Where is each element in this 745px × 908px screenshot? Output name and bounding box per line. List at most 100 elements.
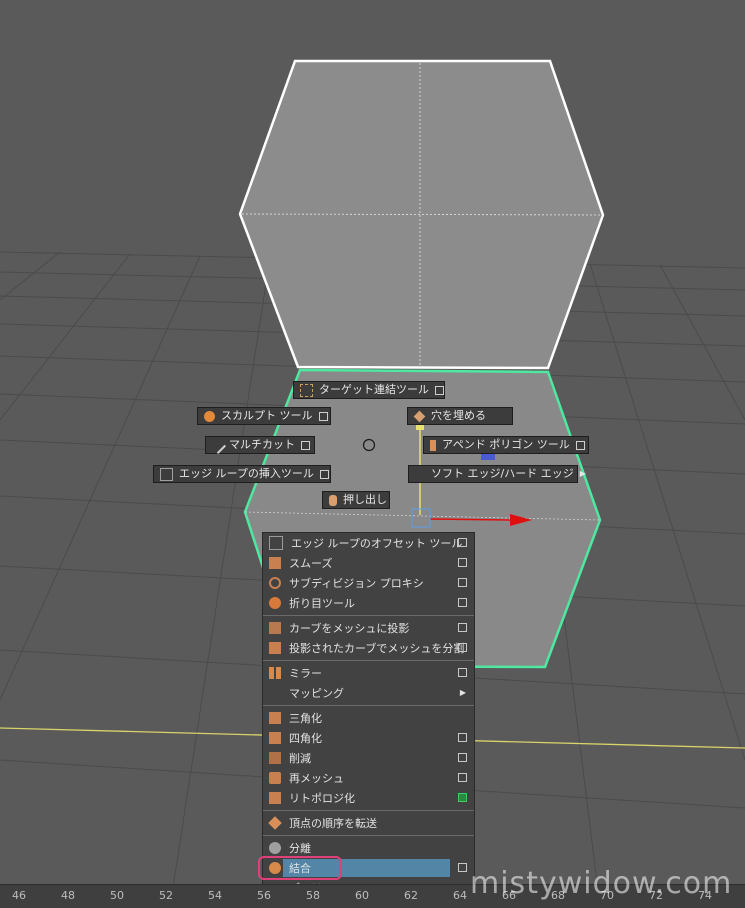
fill-hole-icon [413,410,426,422]
x-axis-handle[interactable] [429,518,511,521]
menu-item-label: リトポロジ化 [289,792,355,805]
mirror-icon [269,667,281,679]
append-polygon-icon [430,439,436,451]
submenu-arrow-icon: ▶ [579,469,586,478]
target-weld-label: ターゲット連結ツール [319,383,429,396]
menu-item-mirror[interactable]: ミラー [263,663,474,683]
ruler-tick: 50 [110,889,124,902]
ruler-tick: 54 [208,889,222,902]
option-box[interactable] [458,623,467,632]
combine-icon [269,862,281,874]
menu-item-offset-edge-loop[interactable]: エッジ ループのオフセット ツール [263,533,474,553]
edit-mesh-context-menu: エッジ ループのオフセット ツール スムーズ サブディビジョン プロキシ 折り目… [262,532,475,907]
option-box[interactable] [458,773,467,782]
sculpt-tool-item[interactable]: スカルプト ツール [197,407,331,425]
sculpt-icon [204,410,215,422]
knife-icon [209,436,226,454]
menu-item-label: 再メッシュ [289,772,344,785]
ruler-tick: 60 [355,889,369,902]
edge-loop-icon [160,467,173,481]
remesh-icon [269,772,281,784]
target-weld-icon [300,383,313,397]
menu-item-split-with-curve[interactable]: 投影されたカーブでメッシュを分割 [263,638,474,658]
reduce-icon [269,752,281,764]
ruler-tick: 62 [404,889,418,902]
option-box[interactable] [458,578,467,587]
append-polygon-tool-item[interactable]: アペンド ポリゴン ツール [423,436,589,454]
sculpt-label: スカルプト ツール [221,409,313,422]
menu-item-label: マッピング [289,687,344,700]
option-box[interactable] [319,469,329,479]
menu-item-smooth[interactable]: スムーズ [263,553,474,573]
menu-item-separate[interactable]: 分離 [263,838,474,858]
menu-item-transfer-vertex-order[interactable]: 頂点の順序を転送 [263,813,474,833]
menu-item-retopologize[interactable]: リトポロジ化 [263,788,474,808]
menu-item-reduce[interactable]: 削減 [263,748,474,768]
quadrangulate-icon [269,732,281,744]
transfer-vertex-order-icon [268,816,282,830]
submenu-arrow-icon: ▶ [459,688,466,697]
menu-item-label: 投影されたカーブでメッシュを分割 [289,642,465,655]
menu-item-label: ミラー [289,667,322,680]
menu-item-label: カーブをメッシュに投影 [289,622,410,635]
option-box[interactable] [458,668,467,677]
menu-item-label: 折り目ツール [289,597,355,610]
menu-item-label: サブディビジョン プロキシ [289,577,424,590]
blank-icon [269,687,281,699]
option-box[interactable] [301,440,310,450]
insert-edge-loop-tool-item[interactable]: エッジ ループの挿入ツール [153,465,331,483]
menu-item-label: 三角化 [289,712,322,725]
subdiv-proxy-icon [269,577,281,589]
ruler-tick: 58 [306,889,320,902]
menu-item-label: 四角化 [289,732,322,745]
menu-item-mapping[interactable]: マッピング ▶ [263,683,474,703]
append-polygon-label: アペンド ポリゴン ツール [442,438,570,451]
ruler-tick: 52 [159,889,173,902]
multicut-label: マルチカット [229,438,295,451]
split-mesh-icon [269,642,281,654]
triangulate-icon [269,712,281,724]
option-box[interactable] [458,753,467,762]
menu-item-label: 削減 [289,752,311,765]
extrude-label: 押し出し [343,493,387,506]
menu-item-crease-tool[interactable]: 折り目ツール [263,593,474,613]
option-box[interactable] [458,733,467,742]
menu-item-label: 頂点の順序を転送 [289,817,377,830]
ruler-tick: 56 [257,889,271,902]
project-curve-icon [269,622,281,634]
edge-loop-offset-icon [269,536,283,550]
extrude-item[interactable]: 押し出し [322,491,390,509]
option-box[interactable] [458,598,467,607]
soft-hard-edge-label: ソフト エッジ/ハード エッジ [431,467,574,480]
menu-item-label: エッジ ループのオフセット ツール [291,537,463,550]
option-box[interactable] [318,411,328,421]
menu-item-remesh[interactable]: 再メッシュ [263,768,474,788]
soft-hard-edge-item[interactable]: ソフト エッジ/ハード エッジ ▶ [408,465,586,483]
option-box[interactable] [458,793,467,802]
menu-item-combine[interactable]: 結合 [263,858,474,878]
option-box[interactable] [575,440,585,450]
insert-edge-loop-label: エッジ ループの挿入ツール [179,467,314,480]
watermark: mistywidow.com [470,866,733,901]
menu-item-label: 結合 [289,862,311,875]
option-box[interactable] [458,538,467,547]
ruler-tick: 48 [61,889,75,902]
option-box[interactable] [458,863,467,872]
smooth-icon [269,557,281,569]
option-box[interactable] [458,643,467,652]
separate-icon [269,842,281,854]
menu-item-label: 分離 [289,842,311,855]
menu-item-triangulate[interactable]: 三角化 [263,708,474,728]
menu-item-quadrangulate[interactable]: 四角化 [263,728,474,748]
menu-item-project-curve[interactable]: カーブをメッシュに投影 [263,618,474,638]
menu-item-subdiv-proxy[interactable]: サブディビジョン プロキシ [263,573,474,593]
multicut-tool-item[interactable]: マルチカット [205,436,315,454]
option-box[interactable] [435,385,444,395]
menu-item-label: スムーズ [289,557,333,570]
option-box[interactable] [458,558,467,567]
crease-icon [269,597,281,609]
ruler-tick: 64 [453,889,467,902]
fill-hole-item[interactable]: 穴を埋める [407,407,513,425]
target-weld-tool-item[interactable]: ターゲット連結ツール [293,381,445,399]
extrude-icon [329,494,337,506]
